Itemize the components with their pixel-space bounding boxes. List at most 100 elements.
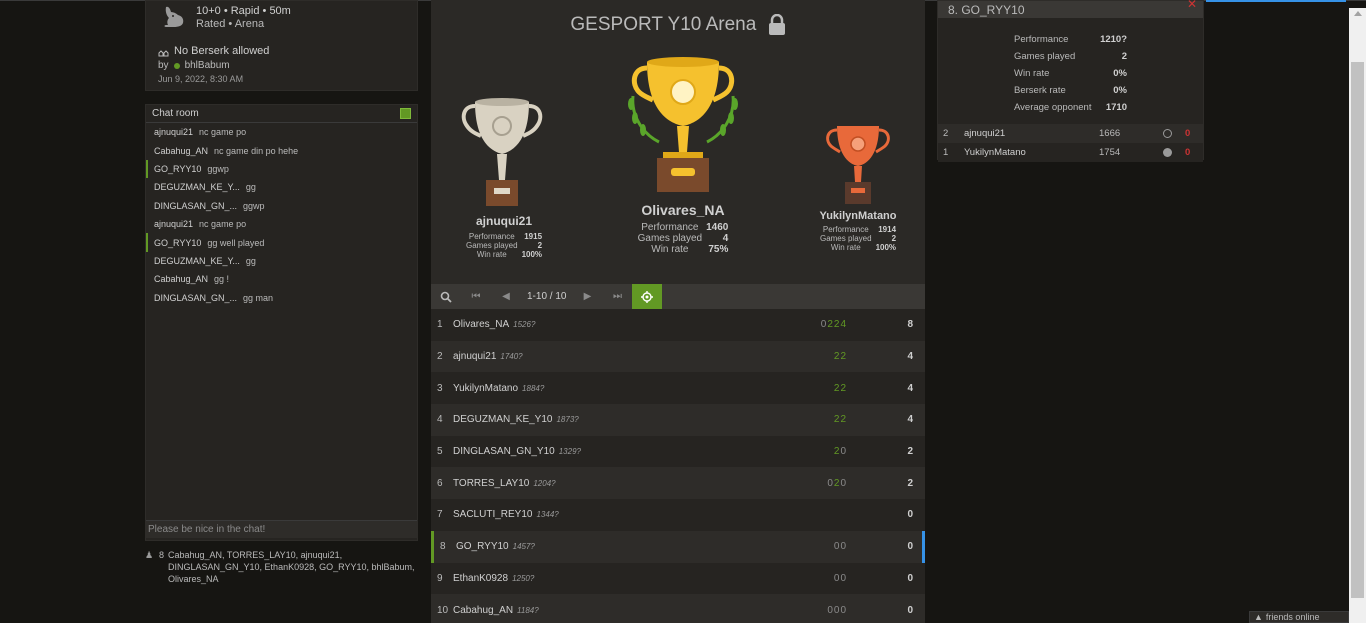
standings-rating: 1329? <box>558 447 581 457</box>
chat-username[interactable]: DINGLASAN_GN_... <box>154 293 237 303</box>
chat-username[interactable]: GO_RYY10 <box>154 238 201 248</box>
scrollbar-thumb[interactable] <box>1351 62 1364 598</box>
player-stat-label: Performance <box>1014 34 1069 45</box>
standings-sheet: 22 <box>834 414 847 425</box>
standings-total-score: 2 <box>907 477 913 489</box>
chat-username[interactable]: DEGUZMAN_KE_Y... <box>154 256 240 266</box>
standings-row[interactable]: 2 ajnuqui21 1740? 22 4 <box>431 340 925 373</box>
game-opponent[interactable]: YukilynMatano <box>964 147 1099 158</box>
chat-username[interactable]: Cabahug_AN <box>154 146 208 156</box>
first-page-icon: ⏮ <box>471 291 481 302</box>
tournament-info-box: 10+0 • Rapid • 50m Rated • Arena No Bers… <box>145 0 418 91</box>
bronze-trophy-icon <box>826 126 890 204</box>
sheet-score: 2 <box>840 414 847 426</box>
standings-sheet: 00 <box>834 573 847 584</box>
first-page-button[interactable]: ⏮ <box>461 284 491 309</box>
tournament-clock: 10+0 • Rapid • 50m <box>196 5 291 17</box>
standings-player-name[interactable]: GO_RYY10 <box>454 541 509 552</box>
chat-message: DEGUZMAN_KE_Y... gg <box>146 178 417 196</box>
prev-page-button[interactable]: ◀ <box>491 284 521 309</box>
close-icon[interactable]: ✕ <box>1187 0 1197 11</box>
chat-username[interactable]: GO_RYY10 <box>154 164 201 174</box>
standings-rating: 1526? <box>513 320 536 330</box>
standings-pager: ⏮ ◀ 1-10 / 10 ▶ ⏭ <box>431 284 925 309</box>
scroll-up-icon[interactable] <box>1354 11 1362 16</box>
chat-username[interactable]: ajnuqui21 <box>154 219 193 229</box>
standings-rank: 4 <box>437 414 443 426</box>
creator-link[interactable]: bhlBabum <box>185 60 230 71</box>
winrate-value: 100% <box>875 243 897 252</box>
player-stat-value: 0% <box>1113 68 1127 79</box>
standings-total-score: 0 <box>907 509 913 521</box>
chat-text: gg ! <box>214 274 230 285</box>
focus-me-button[interactable] <box>632 284 663 309</box>
creator-line: by bhlBabum <box>158 60 230 71</box>
standings-row[interactable]: 5 DINGLASAN_GN_Y10 1329? 20 2 <box>431 435 925 468</box>
standings-row[interactable]: 7 SACLUTI_REY10 1344? 0 <box>431 499 925 531</box>
chat-username[interactable]: DEGUZMAN_KE_Y... <box>154 182 240 192</box>
standings-total-score: 8 <box>907 319 913 331</box>
standings-player-name[interactable]: YukilynMatano <box>451 383 518 394</box>
player-info-panel: 8. GO_RYY10 ✕ Performance 1210? Games play… <box>937 0 1204 162</box>
standings-row[interactable]: 4 DEGUZMAN_KE_Y10 1873? 22 4 <box>431 404 925 436</box>
chat-message: ajnuqui21 nc game po <box>146 123 417 141</box>
people-icon <box>158 49 169 56</box>
berserk-text: No Berserk allowed <box>174 45 270 57</box>
standings-row[interactable]: 10 Cabahug_AN 1184? 000 0 <box>431 594 925 623</box>
standings-player-name[interactable]: Cabahug_AN <box>451 605 513 616</box>
standings-rating: 1884? <box>522 383 545 393</box>
standings-player-name[interactable]: ajnuqui21 <box>451 351 496 362</box>
standings-rank: 7 <box>437 509 443 521</box>
chat-toggle-checkbox[interactable] <box>400 108 411 119</box>
standings-player-name[interactable]: Olivares_NA <box>451 319 509 330</box>
last-page-button[interactable]: ⏭ <box>602 284 632 309</box>
chat-text: gg <box>245 182 256 193</box>
standings-row[interactable]: 6 TORRES_LAY10 1204? 020 2 <box>431 467 925 500</box>
player-game-row[interactable]: 1 YukilynMatano 1754 0 <box>938 143 1203 162</box>
player-stat-value: 2 <box>1121 51 1127 62</box>
chat-input[interactable]: Please be nice in the chat! <box>146 520 417 538</box>
standings-player-name[interactable]: EthanK0928 <box>451 573 508 584</box>
chat-text: nc game din po hehe <box>214 145 299 156</box>
next-page-button[interactable]: ▶ <box>572 284 602 309</box>
podium-first-name[interactable]: Olivares_NA <box>621 202 745 218</box>
chat-username[interactable]: DINGLASAN_GN_... <box>154 201 237 211</box>
player-stat-row: Win rate 0% <box>1014 65 1127 82</box>
game-opponent[interactable]: ajnuqui21 <box>964 128 1099 139</box>
standings-player-name[interactable]: TORRES_LAY10 <box>451 478 529 489</box>
player-game-row[interactable]: 2 ajnuqui21 1666 0 <box>938 124 1203 143</box>
podium-second-name[interactable]: ajnuqui21 <box>449 214 559 228</box>
search-button[interactable] <box>431 284 461 309</box>
page-scrollbar[interactable] <box>1349 8 1366 623</box>
standings-row[interactable]: 3 YukilynMatano 1884? 22 4 <box>431 372 925 405</box>
standings-row[interactable]: 8 GO_RYY10 1457? 00 0 <box>431 530 925 563</box>
caret-up-icon: ▲ <box>1254 612 1263 622</box>
chat-username[interactable]: ajnuqui21 <box>154 127 193 137</box>
games-value: 4 <box>722 233 729 244</box>
standings-rating: 1184? <box>517 605 539 615</box>
player-stat-label: Win rate <box>1014 68 1050 79</box>
standings-row[interactable]: 1 Olivares_NA 1526? 0224 8 <box>431 309 925 341</box>
standings-player-name[interactable]: DINGLASAN_GN_Y10 <box>451 446 555 457</box>
standings-row[interactable]: 9 EthanK0928 1250? 00 0 <box>431 562 925 595</box>
perf-value: 1914 <box>878 225 897 234</box>
standings-player-name[interactable]: SACLUTI_REY10 <box>451 509 532 520</box>
perf-label: Performance <box>822 225 869 234</box>
standings-total-score: 4 <box>907 414 913 426</box>
gold-trophy-icon <box>628 57 738 192</box>
standings-player-name[interactable]: DEGUZMAN_KE_Y10 <box>451 414 552 425</box>
chat-username[interactable]: Cabahug_AN <box>154 274 208 284</box>
tournament-date: Jun 9, 2022, 8:30 AM <box>158 74 244 84</box>
friends-online-toggle[interactable]: ▲ friends online <box>1249 611 1349 623</box>
games-label: Games played <box>819 234 872 243</box>
standings-rating: 1344? <box>536 510 559 520</box>
podium-first-stats: Performance 1460 Games played 4 Win rate 75… <box>636 222 731 255</box>
chat-messages: ajnuqui21 nc game po Cabahug_AN nc game din… <box>146 123 417 307</box>
chat-message: DEGUZMAN_KE_Y... gg <box>146 252 417 270</box>
sheet-score: 0 <box>840 446 847 458</box>
standings-rank: 6 <box>437 477 443 489</box>
game-opponent-rating: 1666 <box>1099 128 1121 139</box>
chat-text: nc game po <box>199 127 247 138</box>
podium-third-name[interactable]: YukilynMatano <box>803 210 913 222</box>
chat-text: ggwp <box>207 163 229 174</box>
